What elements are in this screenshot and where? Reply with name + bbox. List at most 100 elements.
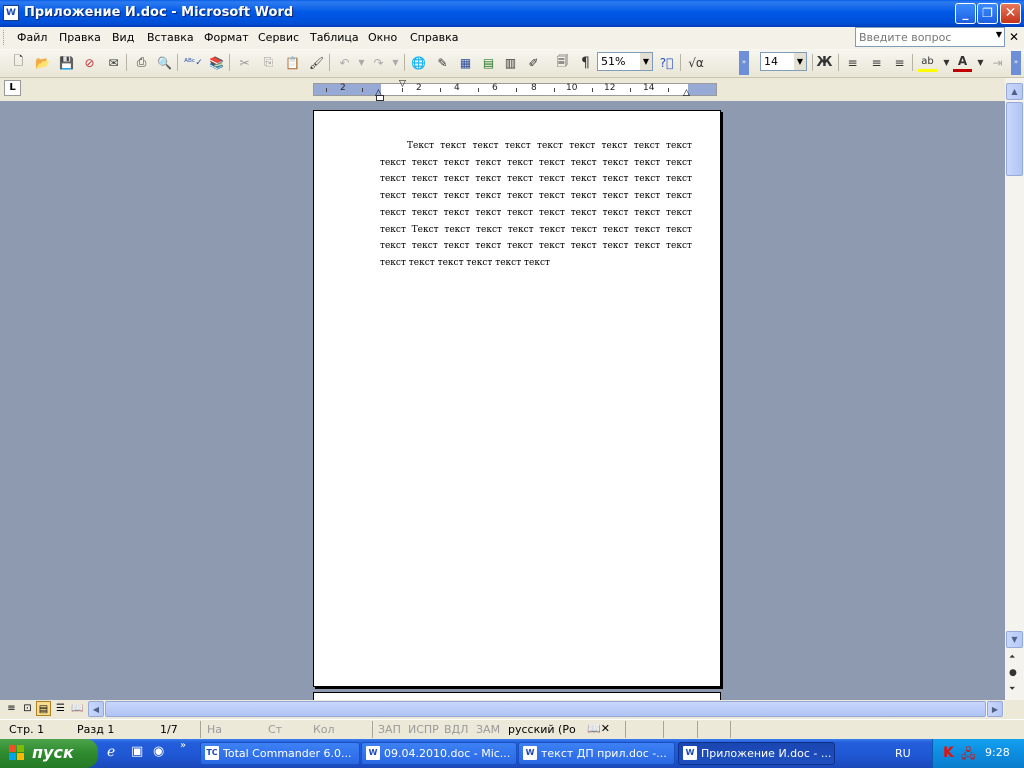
quick-launch-icon[interactable]: ▣ [131,744,143,759]
research-icon[interactable]: 📚 [207,53,226,72]
scroll-right-icon[interactable]: ▶ [987,701,1003,717]
document-map-icon[interactable]: 🗐 [553,53,572,72]
align-right-icon[interactable]: ≡ [890,53,909,72]
menu-tools[interactable]: Сервис [258,31,299,44]
copy-icon[interactable]: ⎘ [259,53,278,72]
show-hide-formatting-icon[interactable]: ¶ [576,53,595,72]
document-text[interactable]: Текст текст текст текст текст текст текс… [380,138,692,272]
close-button[interactable]: ✕ [1000,3,1021,24]
close-document-icon[interactable]: ✕ [1009,30,1019,44]
restore-button[interactable]: ❐ [977,3,998,24]
vertical-scroll-thumb[interactable] [1006,102,1023,176]
zoom-dropdown-arrow-icon[interactable]: ▼ [640,53,652,70]
kaspersky-icon[interactable]: K [943,745,954,761]
toolbar-more-icon[interactable]: ⇥ [988,53,1007,72]
scroll-down-icon[interactable]: ▼ [1006,631,1023,648]
menu-window[interactable]: Окно [368,31,397,44]
font-size-dropdown[interactable]: 14 ▼ [760,52,807,71]
tab-selector-icon[interactable]: L [4,80,21,96]
internet-explorer-icon[interactable]: ℯ [107,744,115,760]
spelling-status-icon[interactable]: 📖✕ [587,722,610,735]
status-track-changes[interactable]: ИСПР [408,723,439,736]
word-app-icon[interactable]: W [3,5,19,21]
email-icon[interactable]: ✉ [104,53,123,72]
menu-grip[interactable] [3,30,7,45]
status-page[interactable]: Стр. 1 [9,723,44,736]
status-page-count[interactable]: 1/7 [160,723,178,736]
quick-launch-icon[interactable]: ◉ [153,744,164,759]
highlight-icon[interactable]: ab [918,53,937,72]
status-record-macro[interactable]: ЗАП [378,723,401,736]
bold-button[interactable]: Ж [815,53,834,72]
network-icon[interactable]: 🖧 [961,745,976,767]
scroll-left-icon[interactable]: ◀ [88,701,104,717]
tables-borders-icon[interactable]: ✎ [433,53,452,72]
horizontal-scroll-thumb[interactable] [105,701,986,717]
print-layout-view-icon[interactable]: ▤ [36,701,51,716]
taskbar-button-total-commander[interactable]: TC Total Commander 6.0... [200,742,360,765]
font-size-dropdown-arrow-icon[interactable]: ▼ [794,53,806,70]
permission-icon[interactable]: ⊘ [80,53,99,72]
status-section[interactable]: Разд 1 [77,723,114,736]
clock[interactable]: 9:28 [985,746,1010,759]
taskbar-button-word-doc-active[interactable]: W Приложение И.doc - ... [678,742,835,765]
menu-view[interactable]: Вид [112,31,134,44]
paste-icon[interactable]: 📋 [283,53,302,72]
hyperlink-icon[interactable]: 🌐 [409,53,428,72]
reading-view-icon[interactable]: 📖 [70,701,85,716]
drawing-icon[interactable]: ✐ [524,53,543,72]
toolbar-options-chevron-icon[interactable]: » [739,51,749,75]
menu-file[interactable]: Файл [17,31,47,44]
cut-icon[interactable]: ✂ [235,53,254,72]
minimize-button[interactable]: _ [955,3,976,24]
insert-excel-icon[interactable]: ▤ [479,53,498,72]
normal-view-icon[interactable]: ≡ [4,701,19,716]
menu-format[interactable]: Формат [204,31,249,44]
document-page-next[interactable] [313,692,721,700]
document-area[interactable]: Текст текст текст текст текст текст текс… [0,101,1005,700]
align-left-icon[interactable]: ≡ [843,53,862,72]
menu-table[interactable]: Таблица [310,31,359,44]
document-page[interactable]: Текст текст текст текст текст текст текс… [313,110,721,687]
spelling-icon[interactable]: ᴬᴮᶜ✓ [184,53,203,72]
toolbar-options-chevron-icon[interactable]: » [1011,51,1021,75]
first-line-indent-marker-icon[interactable]: ▽ [399,79,406,89]
taskbar-button-word-doc[interactable]: W 09.04.2010.doc - Mic... [361,742,517,765]
horizontal-scrollbar[interactable]: ◀ ▶ [88,701,1004,717]
previous-page-icon[interactable]: ⏶ [1009,652,1015,662]
help-question-input[interactable] [856,28,992,46]
print-preview-icon[interactable]: 🔍 [155,53,174,72]
select-browse-object-icon[interactable]: ● [1009,668,1017,678]
outline-view-icon[interactable]: ☰ [53,701,68,716]
help-dropdown-arrow-icon[interactable]: ▼ [996,30,1002,39]
next-page-icon[interactable]: ⏷ [1009,684,1015,694]
status-language[interactable]: русский (Ро [508,723,576,736]
zoom-dropdown[interactable]: 51% ▼ [597,52,653,71]
open-folder-icon[interactable]: 📂 [33,53,52,72]
horizontal-ruler[interactable]: 2 2 4 6 8 10 12 14 [313,83,717,96]
font-color-icon[interactable]: A [953,53,972,72]
format-painter-icon[interactable]: 🖌 [307,53,326,72]
menu-help[interactable]: Справка [410,31,458,44]
align-center-icon[interactable]: ≡ [867,53,886,72]
save-icon[interactable]: 💾 [57,53,76,72]
new-document-icon[interactable]: 🗋 [9,53,28,72]
equation-icon[interactable]: √α [685,53,707,72]
web-view-icon[interactable]: ⊡ [20,701,35,716]
columns-icon[interactable]: ▥ [501,53,520,72]
menu-insert[interactable]: Вставка [147,31,194,44]
scroll-up-icon[interactable]: ▲ [1006,83,1023,100]
title-bar[interactable]: W Приложение И.doc - Microsoft Word _ ❐ … [0,0,1024,27]
status-overtype[interactable]: ЗАМ [476,723,500,736]
help-question-box[interactable]: ▼ [855,27,1005,47]
quick-launch-more-icon[interactable]: » [180,740,186,751]
insert-table-icon[interactable]: ▦ [456,53,475,72]
status-extend[interactable]: ВДЛ [444,723,468,736]
taskbar-button-word-doc[interactable]: W текст ДП прил.doc -... [518,742,675,765]
vertical-scrollbar[interactable]: ▲ ▼ ⏶ ● ⏷ [1005,78,1024,700]
print-icon[interactable]: ⎙ [132,53,151,72]
redo-dropdown-icon[interactable]: ▼ [386,53,405,72]
right-indent-marker-icon[interactable]: △ [683,88,690,98]
help-icon[interactable]: ?⃝ [657,53,676,72]
menu-edit[interactable]: Правка [59,31,101,44]
